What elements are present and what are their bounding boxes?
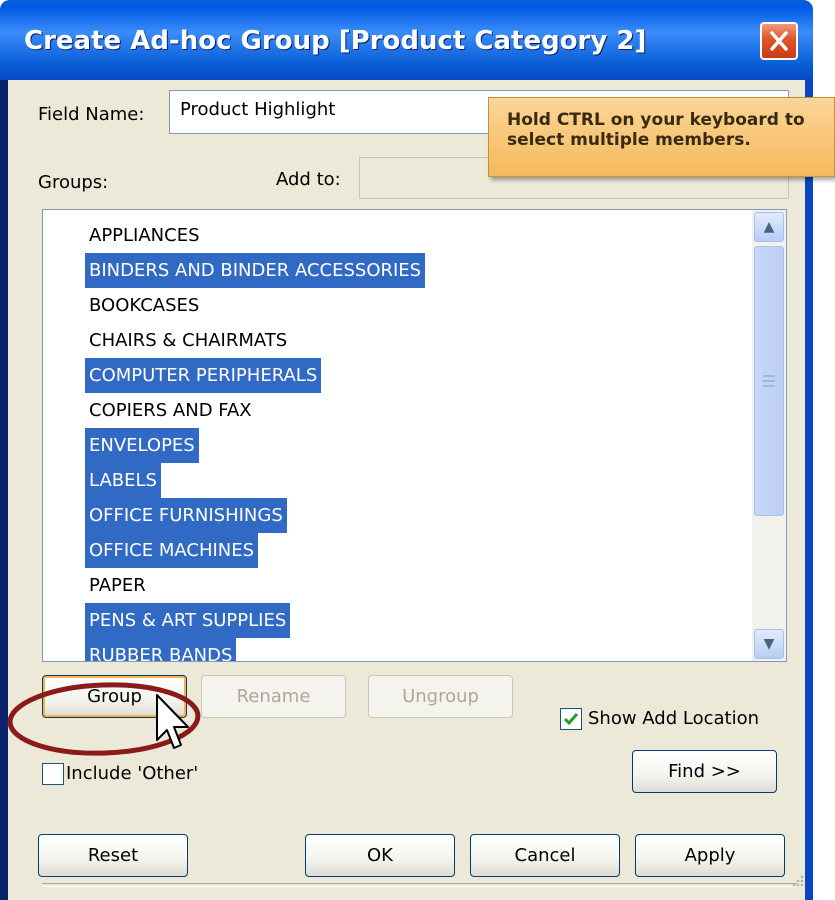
list-item[interactable]: LABELS [85, 463, 161, 498]
list-item[interactable]: CHAIRS & CHAIRMATS [85, 323, 291, 358]
find-button[interactable]: Find >> [632, 750, 777, 793]
list-item[interactable]: COPIERS AND FAX [85, 393, 256, 428]
cancel-button[interactable]: Cancel [470, 834, 620, 877]
groups-listbox[interactable]: APPLIANCES BINDERS AND BINDER ACCESSORIES… [42, 209, 787, 662]
separator [42, 883, 797, 887]
title-bar[interactable]: Create Ad-hoc Group [Product Category 2] [0, 0, 813, 80]
checkmark-icon [563, 713, 579, 726]
groups-label: Groups: [38, 172, 109, 193]
list-item[interactable]: ENVELOPES [85, 428, 199, 463]
include-other-label: Include 'Other' [66, 763, 199, 784]
list-item[interactable]: BOOKCASES [85, 288, 203, 323]
ok-button[interactable]: OK [305, 834, 455, 877]
grip-line [763, 375, 775, 377]
list-item[interactable]: PENS & ART SUPPLIES [85, 603, 291, 638]
chevron-up-icon: ▲ [763, 219, 775, 235]
list-item[interactable]: COMPUTER PERIPHERALS [85, 358, 322, 393]
close-button[interactable] [760, 22, 798, 60]
reset-button[interactable]: Reset [38, 834, 188, 877]
list-item[interactable]: APPLIANCES [85, 218, 204, 253]
include-other-checkbox[interactable] [42, 763, 64, 785]
apply-button[interactable]: Apply [635, 834, 785, 877]
grip-line [763, 385, 775, 387]
add-to-label: Add to: [276, 169, 341, 190]
ctrl-hint-tooltip: Hold CTRL on your keyboard to select mul… [488, 97, 835, 177]
list-item[interactable]: PAPER [85, 568, 150, 603]
chevron-down-icon: ▼ [763, 636, 775, 652]
list-item[interactable]: RUBBER BANDS [85, 638, 237, 661]
list-item[interactable]: OFFICE FURNISHINGS [85, 498, 287, 533]
grip-line [763, 380, 775, 382]
scroll-up-button[interactable]: ▲ [754, 212, 784, 242]
group-button[interactable]: Group [42, 675, 187, 718]
close-icon [770, 31, 788, 51]
window-title: Create Ad-hoc Group [Product Category 2] [24, 26, 647, 56]
show-add-location-label: Show Add Location [588, 708, 759, 729]
show-add-location-checkbox[interactable] [560, 708, 582, 730]
scroll-thumb[interactable] [754, 246, 784, 516]
dialog-body: Field Name: Product Highlight Groups: Ad… [8, 80, 805, 900]
vertical-scrollbar[interactable]: ▲ ▼ [752, 210, 786, 661]
window-border [805, 80, 813, 900]
resize-grip-icon[interactable] [787, 872, 805, 890]
field-name-label: Field Name: [38, 104, 145, 125]
rename-button[interactable]: Rename [201, 675, 346, 718]
list-items: APPLIANCES BINDERS AND BINDER ACCESSORIES… [85, 218, 426, 661]
scroll-down-button[interactable]: ▼ [754, 629, 784, 659]
list-item[interactable]: BINDERS AND BINDER ACCESSORIES [85, 253, 426, 288]
list-item[interactable]: OFFICE MACHINES [85, 533, 259, 568]
ungroup-button[interactable]: Ungroup [368, 675, 513, 718]
